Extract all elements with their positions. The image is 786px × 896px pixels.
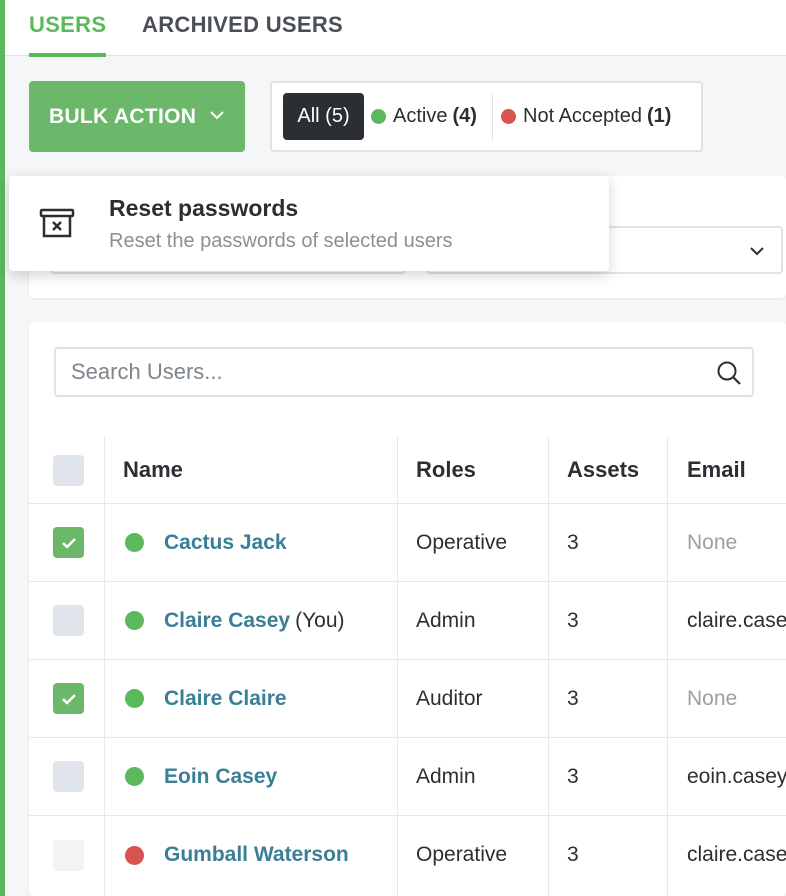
search-input[interactable] <box>71 357 691 387</box>
user-email: claire.case <box>687 843 786 866</box>
user-assets: 3 <box>567 530 579 554</box>
active-status-dot <box>125 533 144 552</box>
table-row: Cactus Jack Operative 3 None <box>29 504 786 582</box>
row-checkbox-cell <box>53 816 84 894</box>
filter-active-count: (4) <box>452 105 477 127</box>
user-name-link[interactable]: Cactus Jack <box>164 531 287 555</box>
table-row: Gumball Waterson Operative 3 claire.case <box>29 816 786 894</box>
active-status-dot <box>125 611 144 630</box>
filter-not-accepted[interactable]: Not Accepted (1) <box>501 93 671 140</box>
user-role: Operative <box>416 843 508 866</box>
users-card: Name Roles Assets Email Cactus Jack Oper… <box>29 322 786 896</box>
user-name-link[interactable]: Claire Casey <box>164 609 290 633</box>
user-role: Admin <box>416 764 476 788</box>
column-header-assets[interactable]: Assets <box>567 437 639 503</box>
row-checkbox-cell <box>53 582 84 659</box>
table-row: Eoin Casey Admin 3 eoin.casey <box>29 738 786 816</box>
check-icon <box>61 693 76 705</box>
active-status-dot <box>371 109 386 124</box>
user-email: eoin.casey <box>687 764 786 788</box>
user-email: claire.case <box>687 608 786 632</box>
tab-bar: USERS ARCHIVED USERS <box>5 0 786 57</box>
filter-all-count: (5) <box>325 105 350 127</box>
active-status-dot <box>125 767 144 786</box>
bulk-action-menu-item-reset-passwords[interactable]: Reset passwords Reset the passwords of s… <box>9 176 609 271</box>
not-accepted-status-dot <box>125 845 144 865</box>
row-checkbox[interactable] <box>53 761 84 792</box>
filter-not-accepted-count: (1) <box>646 105 672 127</box>
user-assets: 3 <box>567 686 579 710</box>
user-name-cell: Eoin Casey <box>123 738 277 815</box>
table-row: Claire Casey (You) Admin 3 claire.case <box>29 582 786 660</box>
user-assets: 3 <box>567 608 579 632</box>
active-status-dot <box>125 689 144 708</box>
select-all-cell <box>53 437 84 503</box>
select-all-checkbox[interactable] <box>53 454 84 486</box>
row-checkbox-cell <box>53 660 84 737</box>
user-name-cell: Gumball Waterson <box>123 816 349 894</box>
row-checkbox-disabled <box>53 839 84 871</box>
search-box <box>54 347 754 397</box>
filter-active-label: Active <box>393 105 448 127</box>
table-header-row: Name Roles Assets Email <box>29 437 786 504</box>
user-email: None <box>687 686 738 710</box>
row-checkbox[interactable] <box>53 683 84 714</box>
menu-item-title: Reset passwords <box>109 195 299 221</box>
filter-not-accepted-label: Not Accepted <box>523 105 642 127</box>
user-name-link[interactable]: Claire Claire <box>164 687 287 711</box>
user-role: Auditor <box>416 686 483 710</box>
row-checkbox[interactable] <box>53 527 84 558</box>
row-checkbox-cell <box>53 504 84 581</box>
user-email: None <box>687 530 738 554</box>
user-role: Operative <box>416 530 508 554</box>
filter-all-label: All <box>297 105 320 127</box>
menu-item-description: Reset the passwords of selected users <box>109 230 453 252</box>
bulk-action-label: BULK ACTION <box>49 104 197 128</box>
row-checkbox-cell <box>53 738 84 815</box>
user-assets: 3 <box>567 764 579 788</box>
filter-active[interactable]: Active (4) <box>371 93 477 140</box>
user-name-link[interactable]: Eoin Casey <box>164 765 277 789</box>
user-assets: 3 <box>567 843 579 866</box>
status-filter-group: All (5) Active (4) Not Accepted (1) <box>270 81 703 152</box>
user-name-cell: Cactus Jack <box>123 504 287 581</box>
left-accent-bar <box>0 0 5 896</box>
table-row: Claire Claire Auditor 3 None <box>29 660 786 738</box>
column-header-email[interactable]: Email <box>687 437 746 503</box>
user-role: Admin <box>416 608 476 632</box>
bulk-action-button[interactable]: BULK ACTION <box>29 81 245 152</box>
chevron-down-icon <box>750 247 764 256</box>
user-name-cell: Claire Claire <box>123 660 287 737</box>
row-checkbox[interactable] <box>53 605 84 636</box>
user-name-link[interactable]: Gumball Waterson <box>164 843 349 867</box>
search-icon[interactable] <box>716 360 742 386</box>
current-user-tag: (You) <box>295 608 345 632</box>
column-header-roles[interactable]: Roles <box>416 437 476 503</box>
filter-divider <box>492 93 493 140</box>
tab-users[interactable]: USERS <box>29 12 107 57</box>
filter-all[interactable]: All (5) <box>283 93 364 140</box>
column-header-name[interactable]: Name <box>123 437 183 503</box>
check-icon <box>61 537 76 549</box>
chevron-down-icon <box>210 111 224 120</box>
user-name-cell: Claire Casey (You) <box>123 582 345 659</box>
not-accepted-status-dot <box>501 109 516 124</box>
archive-box-x-icon <box>39 208 75 238</box>
tab-archived-users[interactable]: ARCHIVED USERS <box>142 12 343 56</box>
